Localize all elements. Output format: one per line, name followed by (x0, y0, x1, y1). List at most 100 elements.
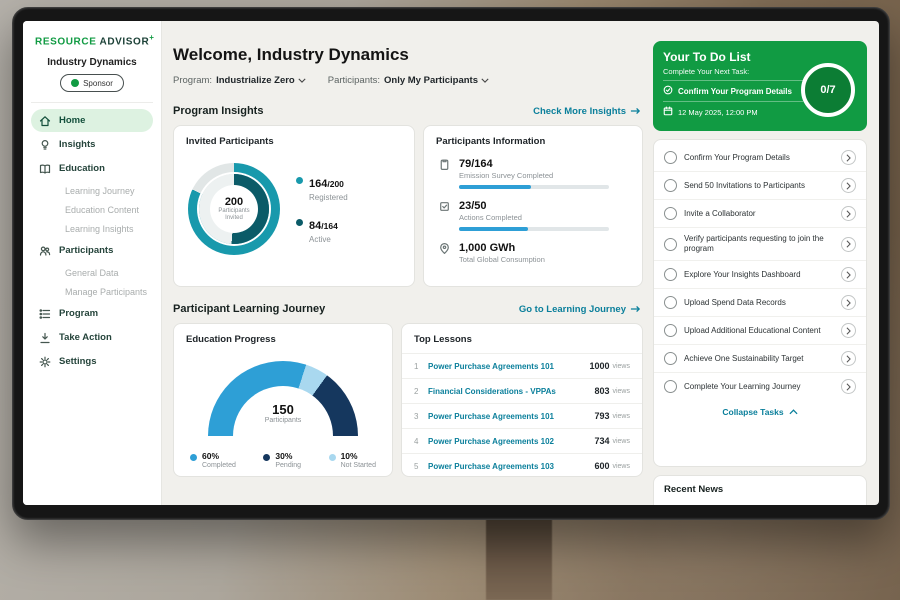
sidebar-item-program[interactable]: Program (31, 302, 153, 325)
sidebar-item-manage-participants[interactable]: Manage Participants (31, 282, 153, 301)
card-title: Top Lessons (402, 324, 642, 354)
sidebar-item-education-content[interactable]: Education Content (31, 200, 153, 219)
task-label: Confirm Your Program Details (684, 153, 834, 163)
lesson-link[interactable]: Financial Considerations - VPPAs (428, 387, 594, 396)
program-insights-header: Program Insights Check More Insights (173, 105, 641, 117)
chevron-down-icon (478, 75, 489, 86)
sponsor-badge-label: Sponsor (83, 79, 113, 88)
task-checkbox[interactable] (664, 268, 677, 281)
program-filter-value: Industrialize Zero (216, 75, 295, 86)
sidebar-item-label: Settings (59, 356, 96, 367)
sidebar-item-participants[interactable]: Participants (31, 239, 153, 262)
arrow-right-icon (630, 107, 641, 115)
lesson-rank: 1 (414, 362, 428, 371)
gauge-legend: 60%Completed 30%Pending 10%Not Started (174, 439, 392, 469)
page-title: Welcome, Industry Dynamics (173, 45, 409, 65)
task-checkbox[interactable] (664, 238, 677, 251)
sidebar-item-education[interactable]: Education (31, 157, 153, 180)
sidebar-item-insights[interactable]: Insights (31, 133, 153, 156)
stat-label: Emission Survey Completed (459, 171, 609, 180)
collapse-tasks-link[interactable]: Collapse Tasks (654, 400, 866, 419)
chevron-right-icon[interactable] (841, 206, 856, 221)
brand-part2: ADVISOR (100, 36, 150, 47)
go-to-learning-journey-link[interactable]: Go to Learning Journey (519, 304, 641, 315)
legend-label: Registered (309, 193, 348, 202)
lesson-rank: 4 (414, 437, 428, 446)
progress-bar (459, 227, 609, 231)
task-label: Complete Your Learning Journey (684, 382, 834, 392)
todo-title: Your To Do List (663, 50, 857, 64)
task-checkbox[interactable] (664, 207, 677, 220)
check-more-insights-link[interactable]: Check More Insights (533, 106, 641, 117)
task-row[interactable]: Verify participants requesting to join t… (654, 228, 866, 261)
collapse-label: Collapse Tasks (722, 407, 783, 417)
task-checkbox[interactable] (664, 380, 677, 393)
sidebar-item-take-action[interactable]: Take Action (31, 326, 153, 349)
chevron-right-icon[interactable] (841, 351, 856, 366)
lesson-views-unit: views (612, 388, 630, 395)
chevron-right-icon[interactable] (841, 237, 856, 252)
sidebar-item-label: Learning Journey (65, 186, 135, 196)
program-filter[interactable]: Program: Industrialize Zero (173, 75, 306, 86)
sidebar-item-general-data[interactable]: General Data (31, 263, 153, 282)
task-checkbox[interactable] (664, 179, 677, 192)
legend-completed: 60%Completed (190, 451, 236, 469)
chevron-right-icon[interactable] (841, 178, 856, 193)
lesson-link[interactable]: Power Purchase Agreements 101 (428, 412, 594, 421)
task-row[interactable]: Send 50 Invitations to Participants (654, 172, 866, 200)
lesson-link[interactable]: Power Purchase Agreements 101 (428, 362, 589, 371)
chevron-right-icon[interactable] (841, 323, 856, 338)
task-checkbox[interactable] (664, 324, 677, 337)
sidebar-item-settings[interactable]: Settings (31, 350, 153, 373)
task-label: Upload Spend Data Records (684, 298, 834, 308)
task-row[interactable]: Confirm Your Program Details (654, 144, 866, 172)
task-row[interactable]: Complete Your Learning Journey (654, 373, 866, 400)
sidebar-item-learning-insights[interactable]: Learning Insights (31, 219, 153, 238)
section-title: Program Insights (173, 105, 263, 117)
legend-dot (329, 454, 336, 461)
todo-next-task-label: Confirm Your Program Details (678, 87, 792, 96)
arrow-right-icon (630, 305, 641, 313)
legend-pending: 30%Pending (263, 451, 301, 469)
todo-next-task[interactable]: Confirm Your Program Details (663, 80, 803, 102)
task-checkbox[interactable] (664, 151, 677, 164)
task-row[interactable]: Invite a Collaborator (654, 200, 866, 228)
chevron-right-icon[interactable] (841, 379, 856, 394)
check-square-icon (438, 200, 451, 231)
invited-participants-card: Invited Participants 200 Participants In… (173, 125, 415, 287)
recent-news-card: Recent News (653, 475, 867, 505)
sidebar-item-home[interactable]: Home (31, 109, 153, 132)
lesson-link[interactable]: Power Purchase Agreements 102 (428, 437, 594, 446)
list-icon (39, 308, 51, 320)
chevron-right-icon[interactable] (841, 267, 856, 282)
link-label: Go to Learning Journey (519, 304, 626, 315)
stat-label: Total Global Consumption (459, 255, 545, 264)
task-row[interactable]: Upload Additional Educational Content (654, 317, 866, 345)
card-title: Invited Participants (174, 126, 414, 147)
lesson-views-unit: views (612, 438, 630, 445)
lesson-views-unit: views (612, 463, 630, 470)
chevron-right-icon[interactable] (841, 295, 856, 310)
task-row[interactable]: Explore Your Insights Dashboard (654, 261, 866, 289)
sidebar-item-learning-journey[interactable]: Learning Journey (31, 181, 153, 200)
stat-value: 23/50 (459, 200, 609, 212)
stat-label: Actions Completed (459, 213, 609, 222)
gear-icon (39, 356, 51, 368)
task-row[interactable]: Achieve One Sustainability Target (654, 345, 866, 373)
org-name: Industry Dynamics (23, 57, 161, 68)
task-checkbox[interactable] (664, 296, 677, 309)
lesson-views: 1000 (589, 361, 609, 371)
participants-filter[interactable]: Participants: Only My Participants (328, 75, 489, 86)
task-row[interactable]: Upload Spend Data Records (654, 289, 866, 317)
legend-value: 84 (309, 220, 321, 232)
lesson-link[interactable]: Power Purchase Agreements 103 (428, 462, 594, 471)
chevron-right-icon[interactable] (841, 150, 856, 165)
clipboard-icon (438, 158, 451, 189)
recent-news-title: Recent News (664, 484, 856, 495)
brand-logo[interactable]: RESOURCE ADVISOR+ (23, 21, 161, 49)
brand-plus: + (149, 33, 154, 42)
sidebar-item-label: Learning Insights (65, 224, 134, 234)
sidebar-divider (31, 102, 153, 103)
task-checkbox[interactable] (664, 352, 677, 365)
legend-not-started: 10%Not Started (329, 451, 376, 469)
